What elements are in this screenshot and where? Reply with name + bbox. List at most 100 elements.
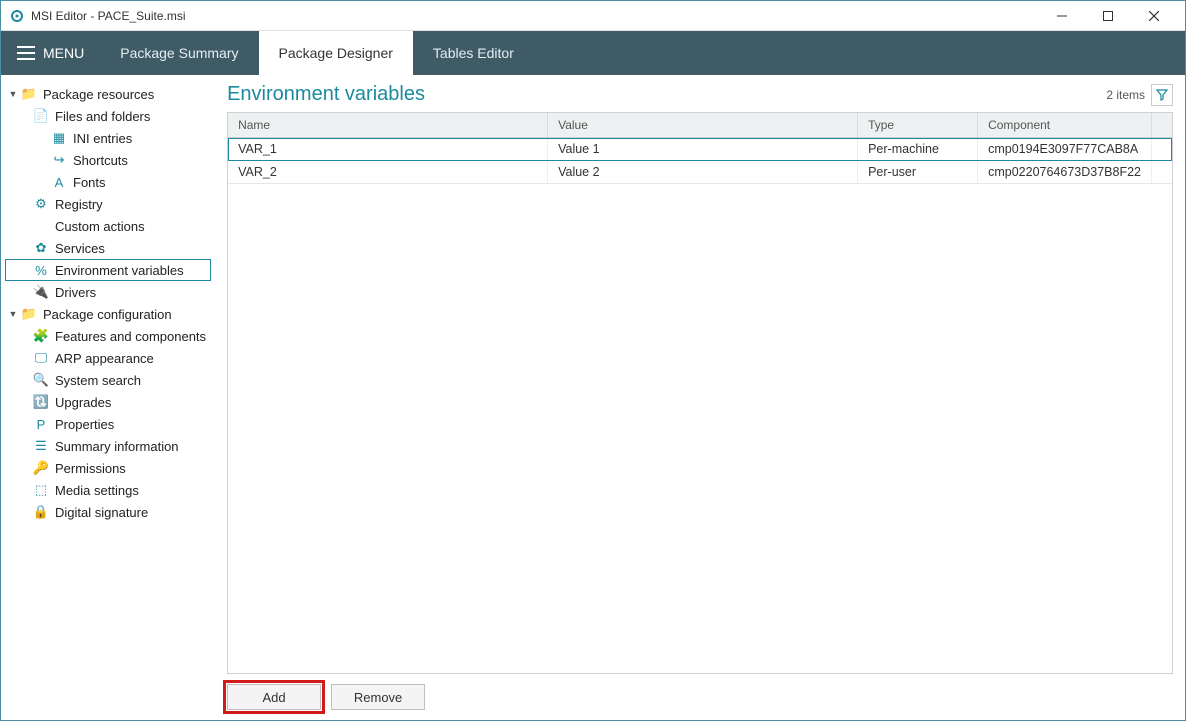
window-title: MSI Editor - PACE_Suite.msi	[31, 9, 1039, 23]
sidebar-item-digital-signature[interactable]: 🔒 Digital signature	[5, 501, 211, 523]
sidebar-item-label: Summary information	[55, 439, 179, 454]
items-info: 2 items	[1106, 84, 1173, 106]
sidebar: ▼📁Package resources 📄 Files and folders ▦ IN…	[1, 75, 215, 720]
sidebar-item-label: Drivers	[55, 285, 96, 300]
cell-spacer	[1152, 138, 1172, 160]
grid-header: Name Value Type Component	[228, 113, 1172, 138]
sidebar-item-package-resources[interactable]: ▼📁Package resources	[5, 83, 211, 105]
sidebar-item-label: Registry	[55, 197, 103, 212]
cell-component: cmp0194E3097F77CAB8A	[978, 138, 1152, 160]
sidebar-item-features-and-components[interactable]: 🧩 Features and components	[5, 325, 211, 347]
sidebar-item-environment-variables[interactable]: % Environment variables	[5, 259, 211, 281]
sidebar-item-label: ARP appearance	[55, 351, 154, 366]
sidebar-item-media-settings[interactable]: ⬚ Media settings	[5, 479, 211, 501]
cell-name: VAR_2	[228, 161, 548, 183]
sidebar-item-drivers[interactable]: 🔌 Drivers	[5, 281, 211, 303]
folder-icon: 📁	[21, 86, 37, 102]
tab-package-summary[interactable]: Package Summary	[100, 31, 258, 75]
sidebar-item-label: System search	[55, 373, 141, 388]
col-type[interactable]: Type	[858, 113, 978, 137]
sidebar-item-services[interactable]: ✿ Services	[5, 237, 211, 259]
folder-icon: 📁	[21, 306, 37, 322]
filter-button[interactable]	[1151, 84, 1173, 106]
table-row[interactable]: VAR_1Value 1Per-machinecmp0194E3097F77CA…	[228, 138, 1172, 161]
footer-buttons: Add Remove	[227, 684, 1173, 710]
sidebar-item-label: Environment variables	[55, 263, 184, 278]
search-icon: 🔍	[33, 372, 49, 388]
key-icon: 🔑	[33, 460, 49, 476]
code-icon	[33, 218, 49, 234]
registry-icon: ⚙	[33, 196, 49, 212]
cell-value: Value 2	[548, 161, 858, 183]
tabs: Package SummaryPackage DesignerTables Ed…	[100, 31, 534, 75]
sidebar-item-summary-information[interactable]: ☰ Summary information	[5, 435, 211, 457]
sidebar-item-label: Files and folders	[55, 109, 150, 124]
page-title: Environment variables	[227, 83, 425, 106]
cell-spacer	[1152, 161, 1172, 183]
puzzle-icon: 🧩	[33, 328, 49, 344]
sidebar-item-label: Shortcuts	[73, 153, 128, 168]
percent-icon: %	[33, 262, 49, 278]
sidebar-item-label: Properties	[55, 417, 114, 432]
sidebar-item-label: Digital signature	[55, 505, 148, 520]
main-panel: Environment variables 2 items Name Value…	[215, 75, 1185, 720]
cell-component: cmp0220764673D37B8F22	[978, 161, 1152, 183]
cell-type: Per-user	[858, 161, 978, 183]
sidebar-item-arp-appearance[interactable]: 🖵 ARP appearance	[5, 347, 211, 369]
media-icon: ⬚	[33, 482, 49, 498]
menubar: MENU Package SummaryPackage DesignerTabl…	[1, 31, 1185, 75]
sidebar-item-shortcuts[interactable]: ↪ Shortcuts	[5, 149, 211, 171]
app-window: MSI Editor - PACE_Suite.msi MENU Package…	[0, 0, 1186, 721]
tab-package-designer[interactable]: Package Designer	[259, 31, 413, 75]
monitor-icon: 🖵	[33, 350, 49, 366]
plug-icon: 🔌	[33, 284, 49, 300]
sidebar-item-properties[interactable]: P Properties	[5, 413, 211, 435]
menu-button[interactable]: MENU	[1, 31, 100, 75]
sidebar-item-ini-entries[interactable]: ▦ INI entries	[5, 127, 211, 149]
sidebar-item-system-search[interactable]: 🔍 System search	[5, 369, 211, 391]
ini-icon: ▦	[51, 130, 67, 146]
sidebar-item-label: Media settings	[55, 483, 139, 498]
data-grid: Name Value Type Component VAR_1Value 1Pe…	[227, 112, 1173, 674]
col-value[interactable]: Value	[548, 113, 858, 137]
table-row[interactable]: VAR_2Value 2Per-usercmp0220764673D37B8F2…	[228, 161, 1172, 184]
item-count: 2 items	[1106, 88, 1145, 102]
sidebar-item-label: Custom actions	[55, 219, 145, 234]
sidebar-item-label: Permissions	[55, 461, 126, 476]
tab-tables-editor[interactable]: Tables Editor	[413, 31, 534, 75]
summary-icon: ☰	[33, 438, 49, 454]
window-controls	[1039, 1, 1177, 31]
sidebar-item-label: Services	[55, 241, 105, 256]
add-button[interactable]: Add	[227, 684, 321, 710]
close-button[interactable]	[1131, 1, 1177, 31]
col-name[interactable]: Name	[228, 113, 548, 137]
main-header: Environment variables 2 items	[227, 83, 1173, 106]
sidebar-item-files-and-folders[interactable]: 📄 Files and folders	[5, 105, 211, 127]
sidebar-item-fonts[interactable]: AFonts	[5, 171, 211, 193]
menu-label: MENU	[43, 45, 84, 61]
col-spacer	[1152, 113, 1172, 137]
prop-icon: P	[33, 416, 49, 432]
sidebar-item-permissions[interactable]: 🔑 Permissions	[5, 457, 211, 479]
tree-toggle-icon: ▼	[7, 309, 19, 319]
font-icon: A	[51, 174, 67, 190]
titlebar: MSI Editor - PACE_Suite.msi	[1, 1, 1185, 31]
sidebar-item-upgrades[interactable]: 🔃Upgrades	[5, 391, 211, 413]
sidebar-item-label: Features and components	[55, 329, 206, 344]
sidebar-item-custom-actions[interactable]: Custom actions	[5, 215, 211, 237]
sidebar-item-registry[interactable]: ⚙ Registry	[5, 193, 211, 215]
file-icon: 📄	[33, 108, 49, 124]
body: ▼📁Package resources 📄 Files and folders ▦ IN…	[1, 75, 1185, 720]
sidebar-item-label: INI entries	[73, 131, 132, 146]
app-icon	[9, 8, 25, 24]
lock-icon: 🔒	[33, 504, 49, 520]
remove-button[interactable]: Remove	[331, 684, 425, 710]
shortcut-icon: ↪	[51, 152, 67, 168]
gear-icon: ✿	[33, 240, 49, 256]
col-component[interactable]: Component	[978, 113, 1152, 137]
sidebar-item-label: Package configuration	[43, 307, 172, 322]
minimize-button[interactable]	[1039, 1, 1085, 31]
maximize-button[interactable]	[1085, 1, 1131, 31]
sidebar-item-package-configuration[interactable]: ▼📁 Package configuration	[5, 303, 211, 325]
cell-type: Per-machine	[858, 138, 978, 160]
